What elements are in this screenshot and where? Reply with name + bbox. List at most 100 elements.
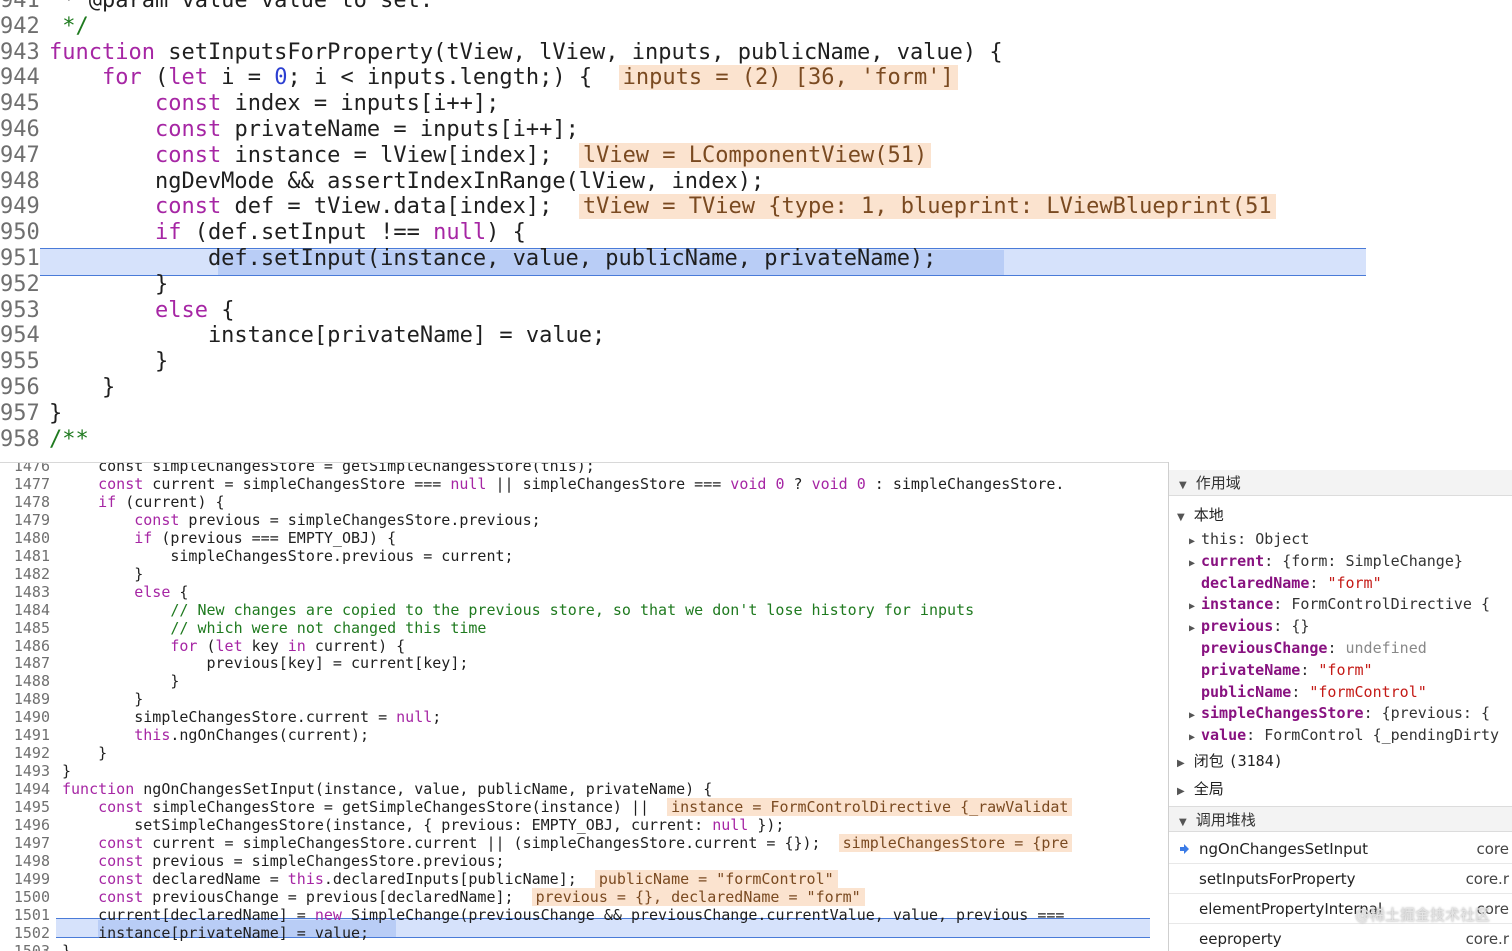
code-token: current = simpleChangesStore.current || … xyxy=(143,833,839,852)
line-number[interactable]: 947 xyxy=(0,143,40,169)
frame-file-name[interactable]: core xyxy=(1477,834,1510,864)
line-number[interactable]: 1494 xyxy=(0,780,50,798)
line-number[interactable]: 1484 xyxy=(0,601,50,619)
line-number[interactable]: 956 xyxy=(0,375,40,401)
code-token: }); xyxy=(748,816,785,834)
line-number[interactable]: 950 xyxy=(0,220,40,246)
scope-variable[interactable]: privateName: "form" xyxy=(1189,659,1373,681)
frame-function-name: ngOnChangesSetInput xyxy=(1199,840,1369,858)
callstack-frame[interactable]: eeproperty core.r xyxy=(1169,924,1512,951)
callstack-frame[interactable]: setInputsForProperty core.r xyxy=(1169,864,1512,894)
global-scope-header[interactable]: ▶ 全局 xyxy=(1177,778,1224,800)
code-token: SimpleChange(previousChange && previousC… xyxy=(341,905,1065,924)
code-text: * @param value value to set. xyxy=(49,0,433,14)
line-number[interactable]: 953 xyxy=(0,298,40,324)
line-number[interactable]: 952 xyxy=(0,272,40,298)
code-token: current = simpleChangesStore === xyxy=(143,474,451,493)
line-number[interactable]: 1498 xyxy=(0,852,50,870)
line-number[interactable]: 1478 xyxy=(0,493,50,511)
scope-variable[interactable]: ▶ current: {form: SimpleChange} xyxy=(1189,550,1463,572)
line-number[interactable]: 1496 xyxy=(0,816,50,834)
line-number[interactable]: 1499 xyxy=(0,870,50,888)
line-number[interactable]: 1497 xyxy=(0,834,50,852)
code-token: index = inputs[i++]; xyxy=(221,91,500,117)
line-number[interactable]: 1480 xyxy=(0,529,50,547)
variable-name: simpleChangesStore xyxy=(1201,704,1364,723)
line-number[interactable]: 1501 xyxy=(0,906,50,924)
code-text: const simpleChangesStore = getSimpleChan… xyxy=(62,463,595,475)
scope-variable[interactable]: previousChange: undefined xyxy=(1189,637,1427,659)
line-number[interactable]: 942 xyxy=(0,14,40,40)
code-token: const xyxy=(154,117,222,142)
line-number[interactable]: 1502 xyxy=(0,924,50,942)
scope-variable[interactable]: declaredName: "form" xyxy=(1189,572,1382,594)
line-number[interactable]: 1481 xyxy=(0,547,50,565)
code-text: const simpleChangesStore = getSimpleChan… xyxy=(62,798,1073,817)
line-number[interactable]: 1485 xyxy=(0,619,50,637)
line-number[interactable]: 1479 xyxy=(0,511,50,529)
line-number[interactable]: 958 xyxy=(0,427,40,453)
code-token: const xyxy=(98,851,144,870)
line-number[interactable]: 1489 xyxy=(0,690,50,708)
local-scope-header[interactable]: ▼ 本地 xyxy=(1177,504,1224,526)
variable-name: privateName xyxy=(1201,660,1301,679)
line-number[interactable]: 1476 xyxy=(0,463,50,475)
bottom-code-editor[interactable]: 1476 const simpleChangesStore = getSimpl… xyxy=(0,462,1168,951)
scope-section-header[interactable]: ▼ 作用域 xyxy=(1169,470,1512,496)
separator: : xyxy=(1291,682,1310,701)
code-text: function setInputsForProperty(tView, lVi… xyxy=(49,40,1003,66)
line-number[interactable]: 943 xyxy=(0,40,40,66)
chevron-right-icon: ▶ xyxy=(1177,786,1185,797)
closure-scope-header[interactable]: ▶ 闭包 (3184) xyxy=(1177,750,1283,772)
code-text: setSimpleChangesStore(instance, { previo… xyxy=(62,816,784,834)
line-number[interactable]: 944 xyxy=(0,65,40,91)
scope-variable[interactable]: ▶ this: Object xyxy=(1189,528,1309,550)
line-number[interactable]: 1488 xyxy=(0,672,50,690)
code-token: const xyxy=(98,869,144,888)
line-number[interactable]: 941 xyxy=(0,0,40,14)
top-code-editor[interactable]: 941 * @param value value to set. 942 */ 94… xyxy=(0,0,1512,462)
line-number[interactable]: 945 xyxy=(0,91,40,117)
line-number[interactable]: 946 xyxy=(0,117,40,143)
code-token: if xyxy=(154,220,182,246)
line-number[interactable]: 1503 xyxy=(0,942,50,951)
line-number[interactable]: 948 xyxy=(0,169,40,195)
frame-file-name[interactable]: core.r xyxy=(1466,864,1509,894)
line-number[interactable]: 954 xyxy=(0,323,40,349)
variable-value: FormControl {_pendingDirty xyxy=(1264,726,1500,745)
code-text: current[declaredName] = new SimpleChange… xyxy=(62,906,1064,924)
line-number[interactable]: 955 xyxy=(0,349,40,375)
variable-value: {} xyxy=(1291,617,1310,636)
code-token: null xyxy=(450,474,487,493)
code-token: let xyxy=(215,636,243,655)
scope-variable[interactable]: ▶ value: FormControl {_pendingDirty xyxy=(1189,724,1499,746)
line-number[interactable]: 1483 xyxy=(0,583,50,601)
scope-variable[interactable]: publicName: "formControl" xyxy=(1189,681,1427,703)
callstack-frame[interactable]: ngOnChangesSetInput core xyxy=(1169,834,1512,864)
line-number[interactable]: 949 xyxy=(0,194,40,220)
line-number[interactable]: 1490 xyxy=(0,708,50,726)
line-number[interactable]: 957 xyxy=(0,401,40,427)
line-number[interactable]: 1495 xyxy=(0,798,50,816)
scope-variable[interactable]: ▶ simpleChangesStore: {previous: { xyxy=(1189,702,1490,724)
chevron-right-icon[interactable]: ▶ xyxy=(1189,727,1201,749)
line-number[interactable]: 1477 xyxy=(0,475,50,493)
line-number[interactable]: 1491 xyxy=(0,726,50,744)
line-number[interactable]: 1493 xyxy=(0,762,50,780)
scope-variable[interactable]: ▶ previous: {} xyxy=(1189,615,1309,637)
scope-variable[interactable]: ▶ instance: FormControlDirective { xyxy=(1189,593,1490,615)
variable-name: instance xyxy=(1201,595,1274,614)
line-number[interactable]: 951 xyxy=(0,246,40,272)
line-number[interactable]: 1492 xyxy=(0,744,50,762)
frame-file-name[interactable]: core.r xyxy=(1466,924,1509,951)
line-number[interactable]: 1487 xyxy=(0,654,50,672)
line-number[interactable]: 1500 xyxy=(0,888,50,906)
inline-value: simpleChangesStore = {pre xyxy=(838,833,1073,852)
line-number[interactable]: 1482 xyxy=(0,565,50,583)
callstack-section-header[interactable]: ▼ 调用堆栈 xyxy=(1169,806,1512,832)
code-token: setInputsForProperty(tView, lView, input… xyxy=(154,39,1003,65)
line-number[interactable]: 1486 xyxy=(0,637,50,655)
code-text: const previousChange = previous[declared… xyxy=(62,887,865,906)
